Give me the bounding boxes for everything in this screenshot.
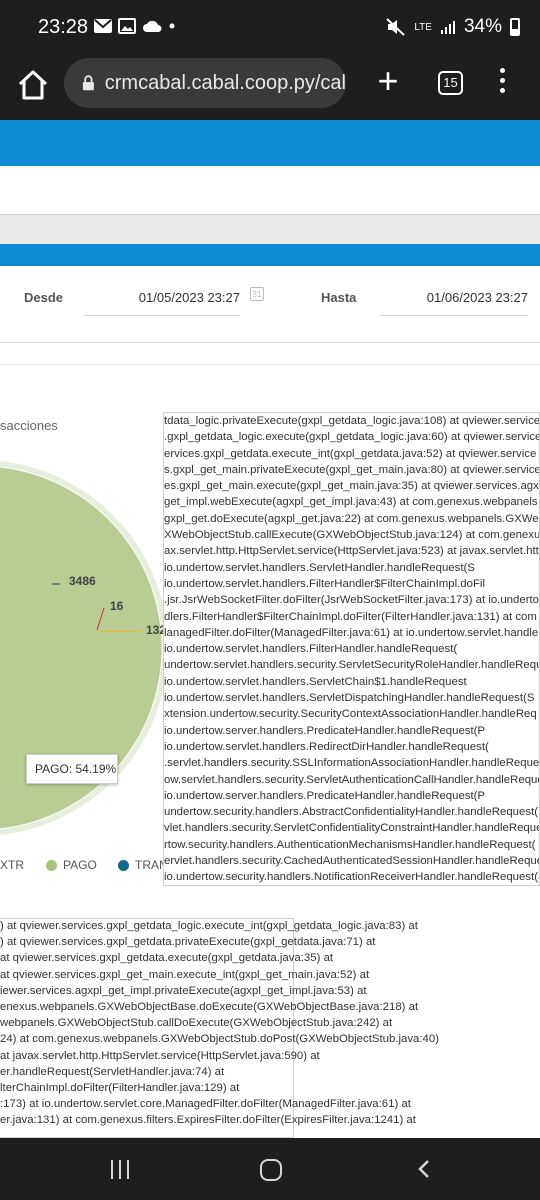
nav-strip: [0, 214, 540, 244]
stack-trace-line: undertow.servlet.handlers.security.Servl…: [164, 659, 540, 672]
stack-trace-line: io.undertow.servlet.handlers.RedirectDir…: [164, 740, 489, 753]
stack-trace-line: ervices.gxpl_getdata.execute_int(gxpl_ge…: [164, 447, 537, 460]
stack-trace-line: vlet.handlers.security.ServletConfidenti…: [164, 822, 540, 835]
tooltip-value: 54.19%: [75, 762, 117, 776]
stack-trace-line: .jsr.JsrWebSocketFilter.doFilter(JsrWebS…: [164, 594, 539, 607]
legend-item-pago[interactable]: PAGO: [46, 858, 97, 872]
chart-title: sacciones: [0, 418, 58, 433]
stack-trace-line: s.gxpl_get_main.privateExecute(gxpl_get_…: [164, 463, 540, 476]
stack-trace-line: .servlet.handlers.security.SSLInformatio…: [164, 757, 540, 770]
stack-trace-line: io.undertow.security.handlers.Notificati…: [164, 871, 538, 884]
legend-label: PAGO: [63, 858, 97, 872]
stack-trace-line: at javax.servlet.http.HttpServlet.servic…: [0, 1049, 320, 1062]
tab-switcher-button[interactable]: 15: [438, 71, 463, 95]
stack-trace-line: ) at qviewer.services.gxpl_getdata_logic…: [0, 920, 418, 932]
stack-trace-line: dlers.FilterHandler$FilterChainImpl.doFi…: [164, 610, 537, 623]
cloud-icon: [143, 20, 162, 32]
new-tab-button[interactable]: +: [372, 63, 404, 100]
back-button[interactable]: [414, 1159, 434, 1179]
signal-icon: [440, 21, 455, 34]
notification-icons: [94, 18, 176, 34]
chart-legend: XTR PAGO TRAN: [0, 858, 170, 878]
lte-label: LTE: [414, 21, 432, 33]
stack-trace-line: 24) at com.genexus.webpanels.GXWebObject…: [0, 1033, 439, 1046]
stack-trace-line: tdata_logic.privateExecute(gxpl_getdata_…: [164, 415, 540, 427]
stack-trace-line: gxpl_get.doExecute(agxpl_get.java:22) at…: [164, 512, 540, 525]
stack-trace-line: .gxpl_getdata_logic.execute(gxpl_getdata…: [164, 431, 540, 444]
error-stack-trace-panel-2[interactable]: ) at qviewer.services.gxpl_getdata_logic…: [0, 918, 540, 1138]
stack-trace-line: lterChainImpl.doFilter(FilterHandler.jav…: [0, 1081, 240, 1094]
to-date-input[interactable]: 01/06/2023 23:27: [380, 274, 528, 316]
stack-trace-line: iewer.services.agxpl_get_impl.privateExe…: [0, 984, 367, 997]
data-label: 3486: [69, 574, 96, 588]
stack-trace-line: io.undertow.servlet.handlers.ServletDisp…: [164, 692, 535, 705]
stack-trace-line: rtow.security.handlers.AuthenticationMec…: [164, 838, 536, 851]
dot-icon: [169, 23, 175, 29]
status-right: LTE 34%: [386, 16, 520, 38]
stack-trace-line: io.undertow.server.handlers.PredicateHan…: [164, 724, 486, 737]
header-band: [0, 120, 540, 166]
to-label: Hasta: [321, 290, 357, 305]
stack-trace-line: io.undertow.servlet.handlers.FilterHandl…: [164, 577, 485, 590]
system-nav-bar: [0, 1138, 540, 1200]
stack-trace-line: webpanels.GXWebObjectStub.callDoExecute(…: [0, 1017, 393, 1030]
stack-trace-line: undertow.security.handlers.AbstractConfi…: [164, 806, 538, 819]
date-filter-row: Desde 01/05/2023 23:27 31 Hasta 01/06/20…: [0, 270, 540, 322]
stack-trace-line: at qviewer.services.gxpl_get_main.execut…: [0, 968, 370, 981]
home-button[interactable]: [260, 1159, 282, 1181]
legend-item-xtr[interactable]: XTR: [0, 858, 24, 872]
divider: [0, 364, 540, 365]
stack-trace-line: ax.servlet.http.HttpServlet.service(Http…: [164, 545, 539, 558]
from-label: Desde: [24, 290, 64, 305]
stack-trace-line: io.undertow.servlet.handlers.ServletChai…: [164, 675, 467, 688]
lock-icon: [82, 75, 94, 91]
chart-tooltip: PAGO: 54.19%: [26, 754, 118, 784]
battery-percent: 34%: [463, 16, 502, 37]
stack-trace-line: io.undertow.servlet.handlers.FilterHandl…: [164, 643, 458, 656]
tooltip-label: PAGO:: [35, 762, 73, 776]
recents-button[interactable]: [111, 1160, 131, 1180]
error-stack-trace-panel[interactable]: tdata_logic.privateExecute(gxpl_getdata_…: [163, 412, 540, 886]
web-page: Desde 01/05/2023 23:27 31 Hasta 01/06/20…: [0, 120, 540, 1138]
divider: [0, 342, 540, 343]
stack-trace-line: enexus.webpanels.GXWebObjectBase.doExecu…: [0, 1000, 419, 1013]
browser-toolbar: crmcabal.cabal.coop.py/cal + 15: [0, 56, 540, 120]
stack-trace-line: at qviewer.services.gxpl_getdata.execute…: [0, 952, 334, 965]
stack-trace-line: ow.servlet.handlers.security.ServletAuth…: [164, 773, 540, 786]
stack-trace-line: xtension.undertow.security.SecurityConte…: [164, 708, 537, 721]
image-icon: [118, 18, 136, 34]
stack-trace-line: es.gxpl_get_main.execute(gxpl_get_main.j…: [164, 480, 540, 493]
stack-trace-line: io.undertow.servlet.handlers.ServletHand…: [164, 561, 475, 574]
from-date-input[interactable]: 01/05/2023 23:27: [84, 274, 240, 316]
address-bar[interactable]: crmcabal.cabal.coop.py/cal: [64, 58, 346, 108]
stack-trace-line: :173) at io.undertow.servlet.core.Manage…: [0, 1098, 411, 1111]
stack-trace-line: ) at qviewer.services.gxpl_getdata.priva…: [0, 936, 376, 949]
stack-trace-line: ervlet.handlers.security.CachedAuthentic…: [164, 855, 540, 868]
home-icon[interactable]: [16, 68, 50, 102]
calendar-icon[interactable]: 31: [250, 287, 264, 301]
stack-trace-line: io.undertow.server.handlers.PredicateHan…: [164, 789, 486, 802]
pie-chart: 34861613221215: [0, 461, 168, 835]
more-menu-icon[interactable]: [496, 68, 508, 98]
legend-label: XTR: [0, 858, 24, 872]
status-bar: 23:28 LTE 34%: [0, 0, 540, 56]
stack-trace-line: er.java:131) at com.genexus.filters.Expi…: [0, 1114, 416, 1127]
stack-trace-line: lanagedFilter.doFilter(ManagedFilter.jav…: [164, 626, 539, 639]
status-time: 23:28: [38, 16, 89, 38]
legend-dot: [118, 859, 129, 871]
legend-item-tran[interactable]: TRAN: [118, 858, 168, 872]
stack-trace-line: er.handleRequest(ServletHandler.java:74)…: [0, 1065, 225, 1078]
url-text: crmcabal.cabal.coop.py/cal: [104, 71, 346, 94]
stack-trace-line: get_impl.webExecute(agxpl_get_impl.java:…: [164, 496, 538, 509]
legend-dot: [46, 859, 57, 871]
mail-icon: [94, 19, 112, 33]
stack-trace-line: XWebObjectStub.callExecute(GXWebObjectSt…: [164, 529, 540, 542]
battery-icon: [510, 18, 520, 36]
mute-icon: [386, 18, 406, 36]
data-label: 16: [110, 599, 124, 613]
section-bar: [0, 244, 540, 266]
